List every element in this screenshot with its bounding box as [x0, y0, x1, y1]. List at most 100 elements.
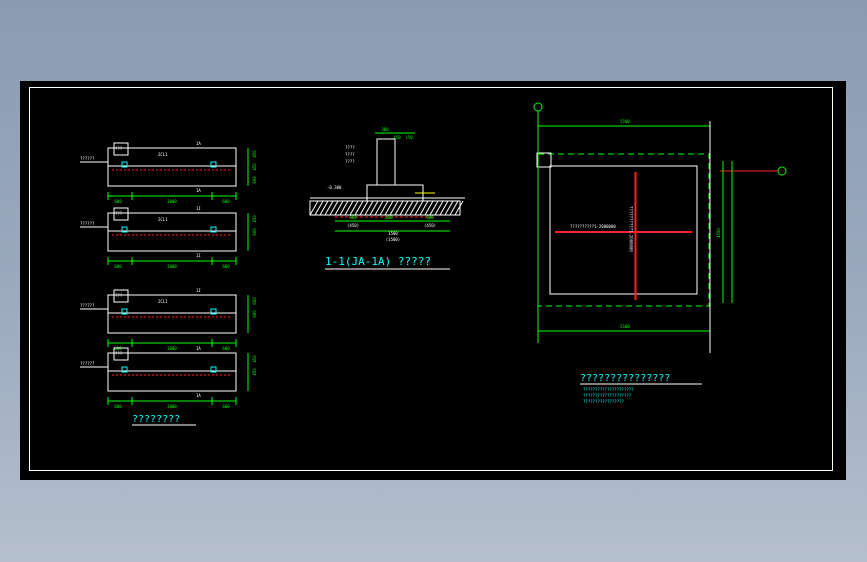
dim-bottom-text: 600	[222, 346, 230, 351]
beam-tag-top: ???	[115, 293, 123, 298]
section-dim-top-text: 450	[393, 135, 401, 140]
beam-left-label: ??????	[80, 361, 95, 366]
section-hatch	[389, 200, 399, 216]
beam-tag-mid: 2CL1	[158, 217, 168, 222]
section-hatch	[454, 200, 464, 216]
dim-right-text: 600	[252, 310, 257, 318]
section-dim-total-sub: (1500)	[386, 237, 400, 242]
beam-tag-top: ???	[115, 351, 123, 356]
section-hatch	[309, 200, 319, 216]
section-dim-sub: (450)	[347, 223, 359, 228]
section-dim-top-text: 300	[381, 127, 389, 132]
plan-dim-right-text: 4500	[716, 228, 721, 238]
dim-right-text: 450	[252, 368, 257, 376]
section-dim-sub: (450)	[424, 223, 436, 228]
dim-bottom-text: 3000	[167, 404, 177, 409]
section-column	[376, 138, 396, 186]
beam-left-label: ??????	[80, 156, 95, 161]
section-hatch	[319, 200, 329, 216]
section-hatch	[344, 200, 354, 216]
beam-left-label: ??????	[80, 303, 95, 308]
beam-tag-top: ???	[115, 146, 123, 151]
section-hatch	[329, 200, 339, 216]
section-hatch	[444, 200, 454, 216]
cad-viewport[interactable]: ??? 2CL1 1A 1A?????? 450 450 600 600 3000 600??? 2…	[20, 81, 846, 480]
plan-inner-slab	[549, 165, 698, 295]
beam-axis-bottom: 1A	[196, 188, 201, 193]
section-hatch	[394, 200, 404, 216]
section-footing	[366, 184, 424, 202]
dim-bottom-text: 600	[114, 199, 122, 204]
beam-axis-bottom: 1A	[196, 393, 201, 398]
section-hatch	[324, 200, 334, 216]
dim-bottom-text: 600	[114, 404, 122, 409]
section-hatch	[334, 200, 344, 216]
dim-bottom-text: 600	[222, 264, 230, 269]
section-hatch	[404, 200, 414, 216]
section-hatch	[409, 200, 419, 216]
plan-rebar-v-label: ??????????1-2000000	[629, 206, 634, 252]
section-hatch	[339, 200, 349, 216]
plan-note: ????????????????????	[583, 393, 632, 398]
dim-right-text: 450	[252, 215, 257, 223]
dim-right-text: 450	[252, 355, 257, 363]
dim-bottom-text: 600	[222, 199, 230, 204]
section-hatch	[359, 200, 369, 216]
section-hatch	[364, 200, 374, 216]
section-hatch	[384, 200, 394, 216]
section-base	[309, 200, 461, 216]
plan-corner-column	[536, 152, 552, 168]
dim-bottom-text: 3000	[167, 199, 177, 204]
beam-axis-top: 1A	[196, 141, 201, 146]
section-hatch	[429, 200, 439, 216]
dim-bottom-text: 600	[114, 264, 122, 269]
section-hatch	[434, 200, 444, 216]
section-hatch	[379, 200, 389, 216]
section-hatch	[314, 200, 324, 216]
section-dim-bottom-text: 600	[349, 215, 357, 220]
axis-bubble	[777, 166, 787, 176]
drawing-canvas: ??? 2CL1 1A 1A?????? 450 450 600 600 3000 600??? 2…	[80, 102, 787, 426]
section-hatch	[419, 200, 429, 216]
plan-dim-top-text: 5100	[620, 119, 630, 124]
beam-axis-top: 1I	[196, 288, 201, 293]
section-hatch	[439, 200, 449, 216]
section-hatch	[399, 200, 409, 216]
section-note: ????	[345, 159, 355, 164]
beam-tag-mid: 2CL1	[158, 299, 168, 304]
section-dim-top-text: 150	[405, 135, 413, 140]
dim-right-text: 600	[252, 297, 257, 305]
dim-right-text: 450	[252, 163, 257, 171]
dim-bottom-text: 3000	[167, 346, 177, 351]
section-hatch	[349, 200, 359, 216]
section-note: ????	[345, 145, 355, 150]
plan-note: ?????????????????????	[583, 387, 634, 392]
beam-left-label: ??????	[80, 221, 95, 226]
plan-outer-dashed	[537, 153, 710, 307]
section-hatch	[369, 200, 379, 216]
section-elev: -0.300	[327, 185, 342, 190]
section-dim-bottom-text: 800	[426, 215, 434, 220]
beam-axis-top: 1I	[196, 206, 201, 211]
section-title: 1-1(JA-1A) ?????	[325, 255, 431, 268]
beam-axis-bottom: 1I	[196, 253, 201, 258]
section-dim-bottom-text: 400	[385, 215, 393, 220]
dim-right-text: 600	[252, 176, 257, 184]
left-title: ????????	[132, 414, 180, 425]
section-hatch	[424, 200, 434, 216]
dim-bottom-text: 3000	[167, 264, 177, 269]
plan-title: ???????????????	[580, 373, 670, 384]
dim-bottom-text: 600	[222, 404, 230, 409]
beam-tag-top: ???	[115, 211, 123, 216]
section-hatch	[449, 200, 459, 216]
beam-tag-mid: 2CL1	[158, 152, 168, 157]
section-hatch	[354, 200, 364, 216]
dim-right-text: 600	[252, 228, 257, 236]
dim-right-text: 450	[252, 150, 257, 158]
plan-note: ?????????????????	[583, 399, 625, 404]
plan-rebar-h-label: ??????????1-2000000	[570, 224, 616, 229]
axis-bubble	[533, 102, 543, 112]
beam-axis-top: 1A	[196, 346, 201, 351]
section-hatch	[414, 200, 424, 216]
section-dim-total: 1500	[388, 231, 398, 236]
